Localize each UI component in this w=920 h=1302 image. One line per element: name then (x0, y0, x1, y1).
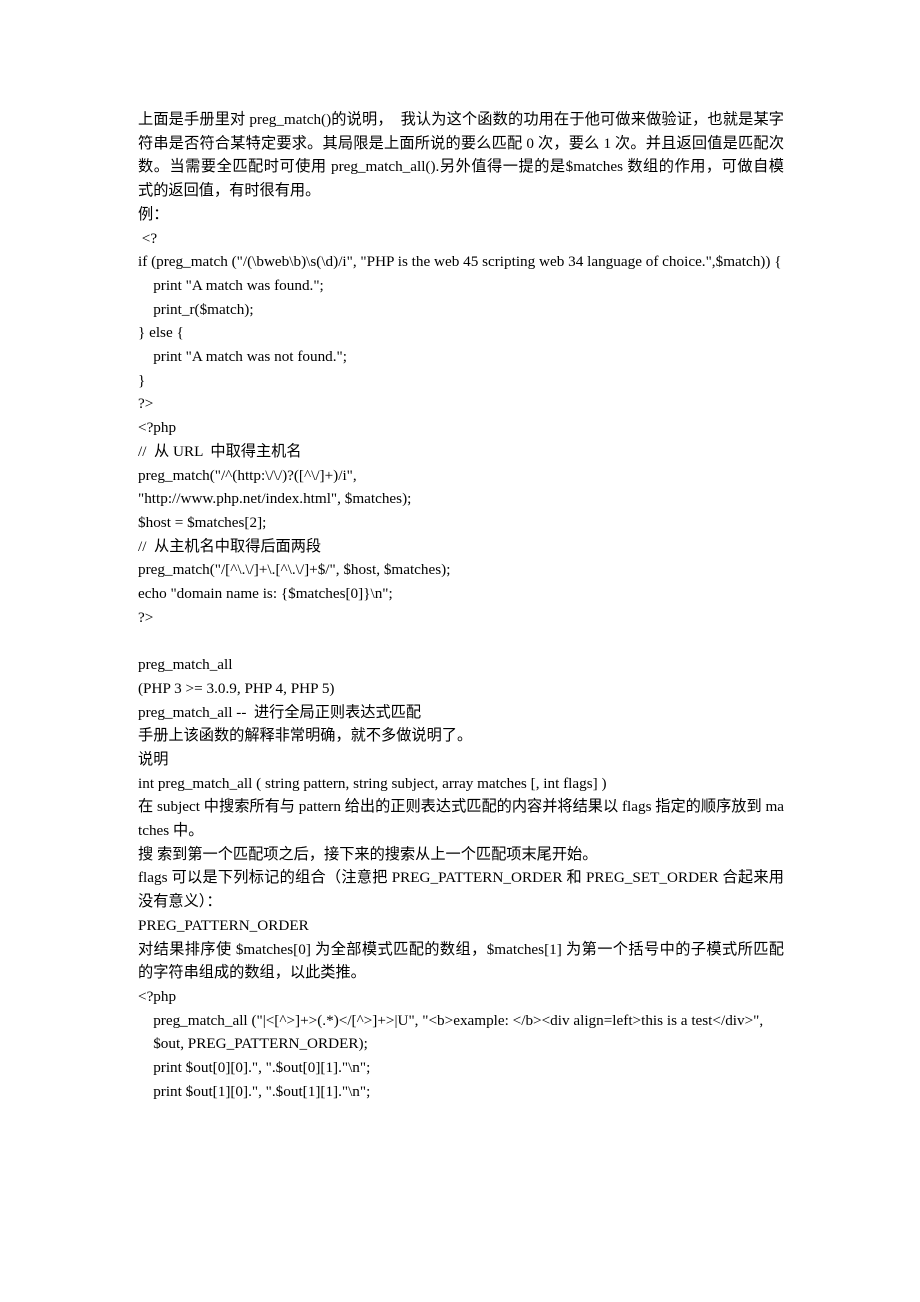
intro-paragraph: 上面是手册里对 preg_match()的说明， 我认为这个函数的功用在于他可做… (138, 111, 788, 200)
code-line-php-open-short: <? (138, 229, 158, 247)
code-line-print-not-found: print "A match was not found."; (138, 348, 347, 366)
code-line-preg-match-all-call: preg_match_all ("|<[^>]+>(.*)</[^>]+>|U"… (138, 1011, 764, 1029)
section-title-preg-match-all: preg_match_all (138, 656, 233, 674)
document-body: 上面是手册里对 preg_match()的说明， 我认为这个函数的功用在于他可做… (138, 108, 784, 1104)
function-signature: int preg_match_all ( string pattern, str… (138, 774, 607, 792)
code-line-if-preg-match: if (preg_match ("/(\bweb\b)\s(\d)/i", "P… (138, 253, 782, 271)
code-line-out-pattern-order: $out, PREG_PATTERN_ORDER); (138, 1035, 368, 1053)
description-paragraph: 在 subject 中搜索所有与 pattern 给出的正则表达式匹配的内容并将… (138, 798, 784, 840)
code-line-host-assign: $host = $matches[2]; (138, 513, 267, 531)
code-line-preg-match-url: preg_match("/^(http:\/\/)?([^\/]+)/i", (138, 466, 357, 484)
code-line-else: } else { (138, 324, 184, 342)
code-line-print-r-match: print_r($match); (138, 300, 254, 318)
code-line-php-close: ?> (138, 608, 154, 626)
code-line-echo-domain: echo "domain name is: {$matches[0]}\n"; (138, 585, 393, 603)
code-line-close-brace: } (138, 371, 146, 389)
code-line-url-subject: "http://www.php.net/index.html", $matche… (138, 490, 412, 508)
search-note: 搜 索到第一个匹配项之后，接下来的搜索从上一个匹配项末尾开始。 (138, 845, 598, 863)
flag-description: 对结果排序使 $matches[0] 为全部模式匹配的数组，$matches[1… (138, 940, 784, 982)
code-line-print-out-0: print $out[0][0].", ".$out[0][1]."\n"; (138, 1059, 371, 1077)
code-comment-get-host-from-url: // 从 URL 中取得主机名 (138, 442, 302, 460)
code-line-php-close-short: ?> (138, 395, 154, 413)
code-line-preg-match-domain: preg_match("/[^\.\/]+\.[^\.\/]+$/", $hos… (138, 561, 451, 579)
code-line-php-open: <?php (138, 419, 177, 437)
code-comment-get-last-two-segments: // 从主机名中取得后面两段 (138, 537, 322, 555)
code-line-php-open-2: <?php (138, 988, 177, 1005)
code-line-print-found: print "A match was found."; (138, 276, 324, 294)
flags-paragraph: flags 可以是下列标记的组合（注意把 PREG_PATTERN_ORDER … (138, 869, 784, 911)
spacer-blank-line (138, 629, 784, 653)
version-line: (PHP 3 >= 3.0.9, PHP 4, PHP 5) (138, 679, 335, 697)
code-line-print-out-1: print $out[1][0].", ".$out[1][1]."\n"; (138, 1082, 371, 1100)
flag-name-preg-pattern-order: PREG_PATTERN_ORDER (138, 916, 309, 934)
manual-note: 手册上该函数的解释非常明确，就不多做说明了。 (138, 727, 473, 745)
summary-line: preg_match_all -- 进行全局正则表达式匹配 (138, 703, 422, 721)
document-page: 上面是手册里对 preg_match()的说明， 我认为这个函数的功用在于他可做… (0, 0, 920, 1302)
description-heading: 说明 (138, 750, 169, 768)
example-label: 例： (138, 205, 169, 223)
